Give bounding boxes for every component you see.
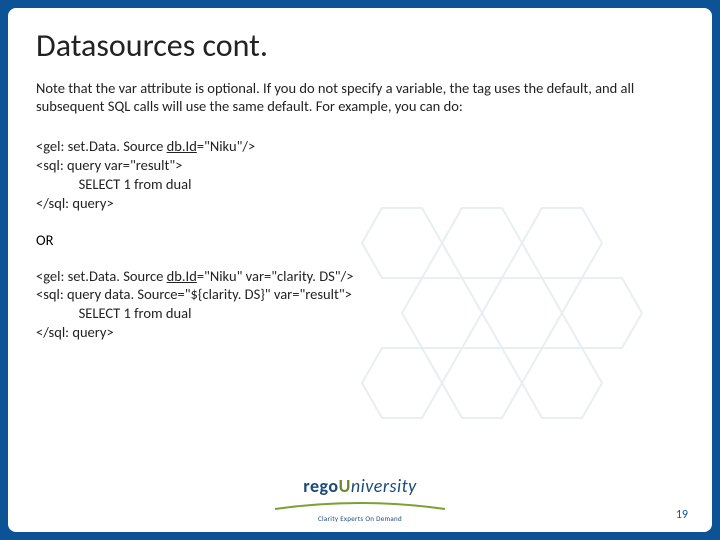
slide-outer-border: Datasources cont. Note that the var attr… — [0, 0, 720, 540]
code1-line1-c: ="Niku"/> — [197, 137, 255, 155]
or-separator: OR — [36, 231, 684, 249]
logo-text: regoUniversity — [270, 475, 450, 497]
code-block-2: <gel: set.Data. Source db.Id="Niku" var=… — [36, 267, 684, 342]
code2-line1-c: ="Niku" var="clarity. DS"/> — [197, 267, 354, 285]
logo-part-rego: rego — [303, 475, 338, 497]
logo-part-niversity: niversity — [351, 475, 417, 497]
code2-line2: <sql: query data. Source="${clarity. DS}… — [36, 285, 352, 303]
intro-note: Note that the var attribute is optional.… — [36, 79, 684, 115]
slide-footer: regoUniversity Clarity Experts On Demand — [8, 475, 712, 526]
code1-line1-a: <gel: set.Data. Source — [36, 137, 167, 155]
code-block-1: <gel: set.Data. Source db.Id="Niku"/> <s… — [36, 137, 684, 212]
page-number: 19 — [676, 508, 688, 522]
swoosh-icon — [270, 501, 450, 511]
code2-line1-a: <gel: set.Data. Source — [36, 267, 167, 285]
code1-line4: </sql: query> — [36, 194, 114, 212]
code2-line1-b: db.Id — [167, 267, 197, 285]
slide-body: Datasources cont. Note that the var attr… — [8, 8, 712, 532]
code1-line1-b: db.Id — [167, 137, 197, 155]
slide-title: Datasources cont. — [36, 26, 684, 65]
code2-line3: SELECT 1 from dual — [36, 304, 191, 322]
code1-line3: SELECT 1 from dual — [36, 175, 191, 193]
logo-tagline: Clarity Experts On Demand — [270, 514, 450, 523]
logo-part-u: U — [339, 475, 351, 497]
logo: regoUniversity Clarity Experts On Demand — [270, 475, 450, 523]
code2-line4: </sql: query> — [36, 323, 114, 341]
code1-line2: <sql: query var="result"> — [36, 156, 182, 174]
